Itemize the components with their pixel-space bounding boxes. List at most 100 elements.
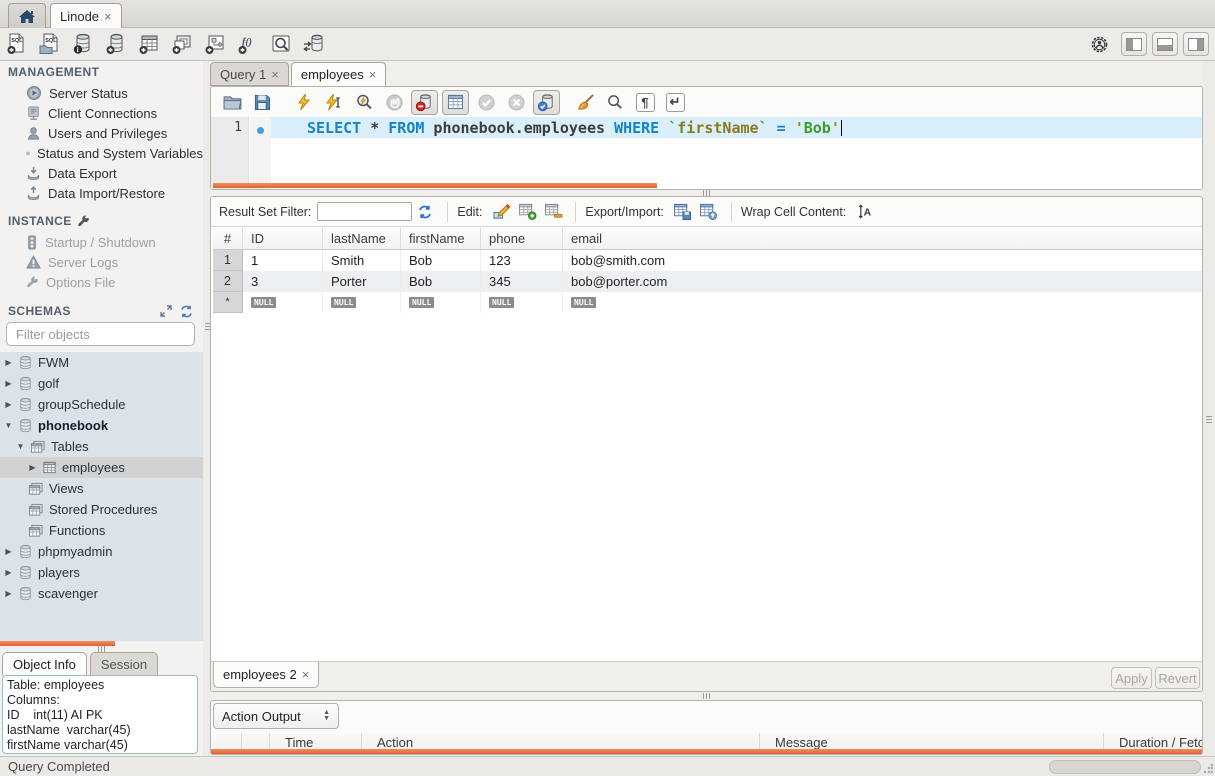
grid-cell-firstname[interactable]: Bob — [401, 271, 481, 292]
grid-cell-lastname[interactable]: Smith — [323, 250, 401, 271]
create-schema-icon[interactable] — [99, 31, 132, 57]
sidebar-resize-splitter[interactable] — [203, 61, 210, 756]
action-output-scrollbar[interactable] — [211, 749, 1202, 754]
save-file-icon[interactable] — [247, 89, 277, 115]
grid-cell-id[interactable]: 1 — [243, 250, 323, 271]
schema-tree-item-players[interactable]: ▶ players — [0, 562, 203, 583]
sidebar-item-client-connections[interactable]: Client Connections — [0, 103, 203, 123]
expand-arrow-icon[interactable]: ▶ — [4, 547, 13, 556]
schema-tree-item-scavenger[interactable]: ▶ scavenger — [0, 583, 203, 604]
collapse-arrow-icon[interactable]: ▼ — [16, 442, 25, 451]
import-recordset-icon[interactable] — [696, 201, 722, 223]
show-invisibles-icon[interactable]: ¶ — [630, 89, 660, 115]
expand-arrow-icon[interactable]: ▶ — [4, 400, 13, 409]
schema-tree-item-fwm[interactable]: ▶ FWM — [0, 352, 203, 373]
execute-query-icon[interactable] — [289, 89, 319, 115]
commit-icon[interactable] — [471, 89, 501, 115]
grid-cell-phone[interactable]: 123 — [481, 250, 563, 271]
toggle-stop-on-error-button[interactable] — [411, 90, 438, 115]
column-header-firstname[interactable]: firstName — [401, 228, 481, 250]
tab-employees[interactable]: employees × — [291, 62, 386, 86]
row-number-cell[interactable]: 2 — [213, 271, 243, 292]
tab-object-info[interactable]: Object Info — [2, 652, 87, 676]
create-function-icon[interactable]: f() — [231, 31, 264, 57]
sql-line-1[interactable]: SELECT * FROM phonebook.employees WHERE … — [271, 117, 1202, 138]
refresh-schemas-icon[interactable] — [180, 305, 193, 318]
new-query-tab-icon[interactable]: SQL — [0, 31, 33, 57]
connection-tab[interactable]: Linode × — [50, 3, 122, 28]
grid-cell-null[interactable]: NULL — [401, 292, 481, 313]
export-recordset-icon[interactable] — [670, 201, 696, 223]
output-type-select[interactable]: Action Output ▲▼ — [213, 703, 339, 729]
schema-filter-input[interactable] — [16, 327, 192, 342]
schema-tree-item-tables[interactable]: ▼ Tables — [0, 436, 203, 457]
wrap-text-icon[interactable]: ↵ — [660, 89, 690, 115]
column-header-rownum[interactable]: # — [213, 228, 243, 250]
toggle-left-sidebar-button[interactable] — [1121, 32, 1147, 56]
column-header-lastname[interactable]: lastName — [323, 228, 401, 250]
search-data-icon[interactable] — [264, 31, 297, 57]
sidebar-item-users-privileges[interactable]: Users and Privileges — [0, 123, 203, 143]
sidebar-item-data-import[interactable]: Data Import/Restore — [0, 183, 203, 203]
expand-arrow-icon[interactable]: ▶ — [4, 589, 13, 598]
schema-tree-item-functions[interactable]: Functions — [0, 520, 203, 541]
grid-cell-email[interactable]: bob@smith.com — [563, 250, 1202, 271]
preferences-gear-icon[interactable] — [1083, 31, 1116, 57]
sql-code-area[interactable]: 1 SELECT * FROM phonebook.employees WHER… — [211, 117, 1202, 189]
schema-tree-item-phpmyadmin[interactable]: ▶ phpmyadmin — [0, 541, 203, 562]
schema-tree-item-phonebook[interactable]: ▼ phonebook — [0, 415, 203, 436]
find-icon[interactable] — [600, 89, 630, 115]
rollback-icon[interactable] — [501, 89, 531, 115]
grid-cell-null[interactable]: NULL — [563, 292, 1202, 313]
tab-employees-2[interactable]: employees 2 × — [213, 662, 319, 688]
horizontal-scrollbar-thumb[interactable] — [1049, 760, 1201, 774]
revert-button[interactable]: Revert — [1155, 667, 1200, 689]
right-panel-splitter[interactable] — [1203, 61, 1215, 756]
schema-tree-item-golf[interactable]: ▶ golf — [0, 373, 203, 394]
execute-current-statement-icon[interactable] — [319, 89, 349, 115]
insert-row-icon[interactable] — [514, 201, 540, 223]
wrap-cell-content-icon[interactable]: A — [852, 201, 878, 223]
home-tab[interactable] — [8, 3, 46, 28]
grid-cell-id[interactable]: 3 — [243, 271, 323, 292]
schema-tree-item-employees[interactable]: ▶ employees — [0, 457, 203, 478]
close-icon[interactable]: × — [104, 9, 112, 24]
limit-rows-button[interactable] — [442, 90, 469, 115]
close-icon[interactable]: × — [369, 67, 377, 82]
explain-plan-icon[interactable] — [349, 89, 379, 115]
sidebar-item-server-status[interactable]: Server Status — [0, 83, 203, 103]
create-procedure-icon[interactable] — [198, 31, 231, 57]
sidebar-item-options-file[interactable]: Options File — [0, 272, 203, 292]
column-header-id[interactable]: ID — [243, 228, 323, 250]
expand-arrow-icon[interactable]: ▶ — [28, 463, 37, 472]
tab-session[interactable]: Session — [90, 652, 158, 676]
row-number-cell[interactable]: 1 — [213, 250, 243, 271]
results-output-splitter[interactable] — [210, 692, 1203, 700]
schema-tree-item-stored-procedures[interactable]: Stored Procedures — [0, 499, 203, 520]
schema-tree-item-views[interactable]: Views — [0, 478, 203, 499]
new-row-marker-cell[interactable]: * — [213, 292, 243, 313]
editor-horizontal-scrollbar[interactable] — [213, 183, 657, 188]
grid-cell-null[interactable]: NULL — [481, 292, 563, 313]
toggle-autocommit-button[interactable] — [533, 90, 560, 115]
grid-cell-phone[interactable]: 345 — [481, 271, 563, 292]
column-header-email[interactable]: email — [563, 228, 1202, 250]
sidebar-item-startup-shutdown[interactable]: Startup / Shutdown — [0, 232, 203, 252]
delete-row-icon[interactable] — [540, 201, 566, 223]
refresh-results-icon[interactable] — [412, 201, 438, 223]
grid-cell-email[interactable]: bob@porter.com — [563, 271, 1202, 292]
create-table-icon[interactable] — [132, 31, 165, 57]
sidebar-item-status-system-variables[interactable]: Status and System Variables — [0, 143, 203, 163]
schema-inspector-icon[interactable]: i — [66, 31, 99, 57]
grid-cell-firstname[interactable]: Bob — [401, 250, 481, 271]
collapse-arrow-icon[interactable]: ▼ — [4, 421, 13, 430]
grid-cell-null[interactable]: NULL — [243, 292, 323, 313]
close-icon[interactable]: × — [302, 667, 310, 682]
toggle-right-sidebar-button[interactable] — [1183, 32, 1209, 56]
resize-grip[interactable] — [1203, 764, 1213, 774]
reconnect-db-icon[interactable] — [297, 31, 330, 57]
grid-cell-lastname[interactable]: Porter — [323, 271, 401, 292]
sidebar-item-data-export[interactable]: Data Export — [0, 163, 203, 183]
expand-arrow-icon[interactable]: ▶ — [4, 358, 13, 367]
grid-cell-null[interactable]: NULL — [323, 292, 401, 313]
